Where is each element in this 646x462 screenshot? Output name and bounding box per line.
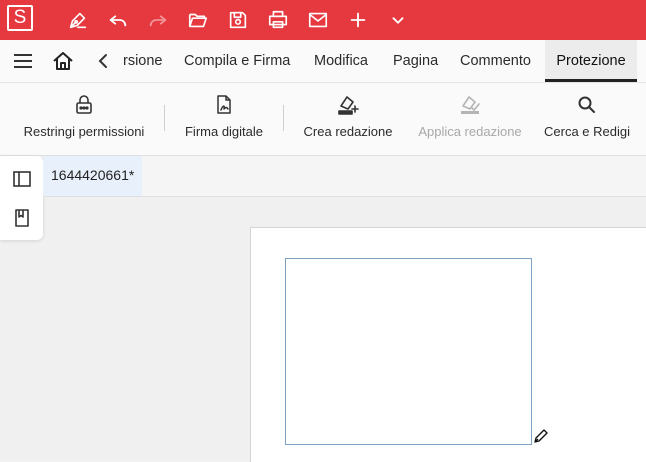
menu-bar: rsione Compila e Firma Modifica Pagina C…	[0, 40, 646, 83]
separator	[164, 105, 165, 131]
create-redaction-label: Crea redazione	[303, 124, 393, 139]
menu-pagina[interactable]: Pagina	[393, 40, 438, 82]
create-redaction-icon	[336, 93, 360, 117]
add-icon[interactable]	[347, 9, 369, 31]
panel-toggle-icon[interactable]	[12, 169, 32, 189]
title-bar: S	[0, 0, 646, 40]
menu-modifica[interactable]: Modifica	[314, 40, 368, 82]
side-panel	[0, 156, 43, 240]
menu-commento[interactable]: Commento	[460, 40, 531, 82]
digital-signature-label: Firma digitale	[184, 124, 264, 139]
menu-compila-e-firma[interactable]: Compila e Firma	[184, 40, 290, 82]
ribbon-toolbar: Restringi permissioni Firma digitale Cre…	[0, 83, 646, 156]
mail-icon[interactable]	[307, 9, 329, 31]
menu-conversione[interactable]: rsione	[123, 40, 163, 82]
apply-redaction-icon	[458, 93, 482, 117]
chevron-down-icon[interactable]	[387, 9, 409, 31]
open-folder-icon[interactable]	[187, 9, 209, 31]
menu-protezione[interactable]: Protezione	[545, 40, 637, 82]
chevron-left-icon[interactable]	[96, 53, 110, 69]
bookmark-icon[interactable]	[12, 208, 32, 228]
separator	[283, 105, 284, 131]
search-icon	[575, 93, 599, 117]
hamburger-menu-icon[interactable]	[12, 52, 34, 70]
home-icon[interactable]	[52, 51, 74, 71]
pen-cursor-icon	[532, 427, 550, 445]
signature-field-box[interactable]	[285, 258, 532, 445]
restrict-permissions-label: Restringi permissioni	[23, 124, 145, 139]
print-icon[interactable]	[267, 9, 289, 31]
undo-icon[interactable]	[107, 9, 129, 31]
document-tab[interactable]: 1644420661*	[43, 156, 142, 196]
create-redaction-button[interactable]: Crea redazione	[300, 83, 396, 155]
digital-signature-button[interactable]: Firma digitale	[180, 83, 268, 155]
digital-signature-icon	[212, 93, 236, 117]
save-icon[interactable]	[227, 9, 249, 31]
app-logo[interactable]: S	[7, 5, 33, 31]
apply-redaction-button[interactable]: Applica redazione	[414, 83, 526, 155]
pen-tool-icon[interactable]	[67, 9, 89, 31]
apply-redaction-label: Applica redazione	[418, 124, 522, 139]
restrict-permissions-button[interactable]: Restringi permissioni	[20, 83, 148, 155]
lock-icon	[72, 93, 96, 117]
search-and-redact-button[interactable]: Cerca e Redigi	[542, 83, 632, 155]
document-tabs: 1644420661*	[43, 156, 646, 197]
redo-icon[interactable]	[147, 9, 169, 31]
search-and-redact-label: Cerca e Redigi	[544, 124, 630, 139]
